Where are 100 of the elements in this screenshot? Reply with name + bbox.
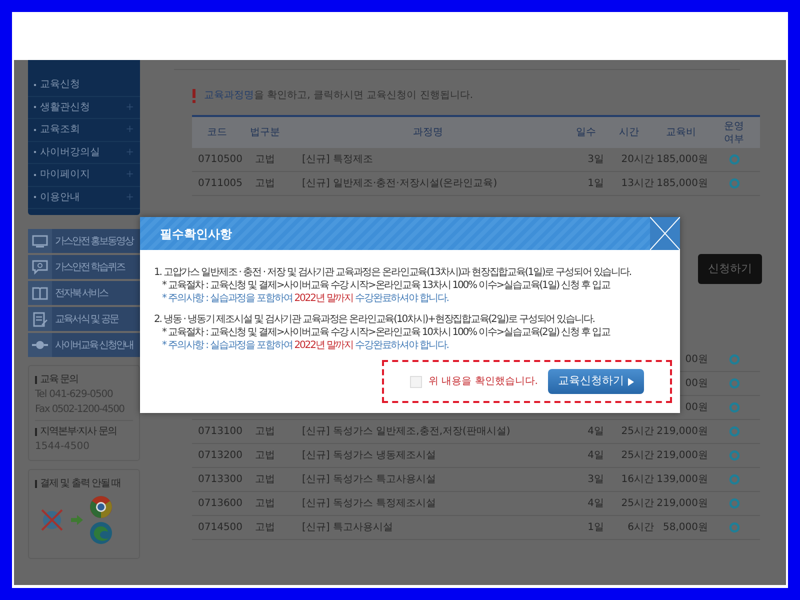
- course-name-cell[interactable]: [신규] 독성가스 특정제조시설: [288, 496, 568, 511]
- wave-browser-icon: [89, 521, 113, 545]
- course-name-cell[interactable]: [신규] 독성가스 특고사용시설: [288, 472, 568, 487]
- procedure-text: * 교육절차 : 교육신청 및 결제>사이버교육 수강 시작>온라인교육 10차시 100% 이수>실습교육(2일) 신청 후 입교: [161, 326, 612, 339]
- monitor-icon: [32, 234, 48, 248]
- days-cell-text: 1일: [586, 521, 604, 535]
- course-name-cell[interactable]: [신규] 특고사용시설: [288, 520, 568, 535]
- menu-label: 생활관신청: [40, 100, 90, 115]
- menu-item[interactable]: 이용안내 +: [28, 186, 140, 209]
- column-header: 법구분: [249, 126, 281, 139]
- menu-label: 마이페이지: [40, 168, 90, 182]
- column-header: 과정명: [412, 126, 444, 139]
- contact-title: 지역본부·지사 문의: [40, 425, 116, 439]
- hours-cell-text: 13시간: [620, 177, 654, 191]
- menu-item[interactable]: 마이페이지 +: [28, 164, 140, 186]
- days-cell-text: 3일: [586, 153, 604, 167]
- submit-button[interactable]: 교육신청하기: [548, 369, 644, 394]
- hours-cell-text: 16시간: [620, 473, 654, 487]
- law-cell-text: 고법: [254, 449, 276, 463]
- column-header: 운영 여부: [723, 120, 745, 146]
- circle-mark-icon: [728, 378, 740, 389]
- circle-mark-icon: [728, 354, 740, 365]
- browser-help-title: 결제 및 출력 안될 때: [40, 477, 121, 491]
- fee-cell-text: 185,000원: [656, 177, 708, 191]
- circle-mark-icon: [728, 522, 740, 533]
- caution-text: * 주의사항 : 실습과정을 포함하여 2022년 말까지 수강완료하셔야 합니다.: [161, 292, 450, 305]
- open-book-icon: [32, 286, 48, 300]
- confirm-checkbox[interactable]: [410, 376, 422, 388]
- column-header: 교육비: [665, 126, 697, 139]
- speech-bubble-icon: [32, 260, 48, 274]
- column-header: 시간: [618, 126, 640, 139]
- menu-item[interactable]: 교육조회 +: [28, 119, 140, 142]
- fee-cell-text: 219,000원: [656, 497, 708, 511]
- menu-item[interactable]: 사이버강의실 +: [28, 142, 140, 164]
- fee-cell-text: 185,000원: [656, 153, 708, 167]
- quick-link[interactable]: 전자북 서비스: [28, 281, 140, 305]
- procedure-text: * 교육절차 : 교육신청 및 결제>사이버교육 수강 시작>온라인교육 13차시 100% 이수>실습교육(1일) 신청 후 입교: [161, 279, 612, 292]
- quick-link[interactable]: 가스안전 학습퀴즈: [28, 255, 140, 279]
- law-cell-text: 고법: [254, 177, 276, 191]
- law-cell-text: 고법: [254, 425, 276, 439]
- circle-mark-icon: [728, 474, 740, 485]
- crossed-browser-icon: [39, 507, 65, 533]
- fee-cell-text: 00원: [684, 377, 708, 391]
- fee-cell-text: 219,000원: [656, 449, 708, 463]
- fee-cell-text: 00원: [684, 401, 708, 415]
- course-name-cell[interactable]: [신규] 일반제조·충전·저장시설(온라인교육): [288, 176, 568, 191]
- column-header: 일수: [575, 126, 597, 139]
- code-cell-text: 0713200: [197, 449, 242, 463]
- hours-cell-text: 25시간: [620, 449, 654, 463]
- code-cell-text: 0711005: [197, 177, 242, 191]
- code-cell-text: 0714500: [197, 521, 242, 535]
- plus-sign: +: [126, 168, 134, 182]
- menu-label: 교육신청: [40, 78, 80, 92]
- circle-mark-icon: [728, 178, 740, 189]
- hours-cell-text: 20시간: [620, 153, 654, 167]
- modal-title: 필수확인사항: [159, 226, 233, 242]
- close-button[interactable]: [650, 217, 680, 250]
- days-cell-text: 4일: [586, 497, 604, 511]
- plus-sign: +: [126, 190, 134, 205]
- menu-label: 이용안내: [40, 190, 80, 205]
- fee-cell-text: 58,000원: [662, 521, 708, 535]
- fee-cell-text: 00원: [684, 353, 708, 367]
- notice-paragraph: 2. 냉동 · 냉동기 제조시설 및 검사기관 교육과정은 온라인교육(10차시)+현장집합교육(2일)로 구성되어 있습니다.: [154, 313, 596, 326]
- menu-label: 사이버강의실: [40, 146, 100, 160]
- quick-link[interactable]: 교육서식 및 공문: [28, 307, 140, 331]
- fee-cell-text: 139,000원: [656, 473, 708, 487]
- days-cell-text: 4일: [586, 449, 604, 463]
- contact-title: 교육 문의: [40, 373, 78, 387]
- arrow-right-icon: [71, 514, 83, 526]
- circle-mark-icon: [728, 402, 740, 413]
- quick-link[interactable]: 사이버교육 신청안내: [28, 333, 140, 357]
- law-cell-text: 고법: [254, 521, 276, 535]
- circle-mark-icon: [728, 426, 740, 437]
- course-name-cell[interactable]: [신규] 독성가스 일반제조,충전,저장(판매시설): [288, 424, 568, 439]
- plus-sign: +: [126, 146, 134, 160]
- hours-cell-text: 25시간: [620, 425, 654, 439]
- hours-cell-text: 25시간: [620, 497, 654, 511]
- code-cell-text: 0710500: [197, 153, 242, 167]
- circle-mark-icon: [728, 498, 740, 509]
- menu-item[interactable]: 생활관신청 +: [28, 96, 140, 119]
- quick-link[interactable]: 가스안전 홍보동영상: [28, 229, 140, 253]
- code-cell-text: 0713600: [197, 497, 242, 511]
- notice-text: 교육과정명을 확인하고, 클릭하시면 교육신청이 진행됩니다.: [204, 89, 474, 103]
- course-name-cell[interactable]: [신규] 독성가스 냉동제조시설: [288, 448, 568, 463]
- title-bar-mark: [35, 428, 37, 436]
- exclamation-icon: [192, 88, 196, 102]
- days-cell-text: 3일: [586, 473, 604, 487]
- notice-paragraph: 1. 고압가스 일반제조 · 충전 · 저장 및 검사기관 교육과정은 온라인교육(13차시)과 현장집합교육(1일)로 구성되어 있습니다.: [154, 266, 632, 279]
- title-bar-mark: [35, 376, 37, 384]
- hours-cell-text: 6시간: [626, 521, 654, 535]
- menu-item[interactable]: 교육신청: [28, 74, 140, 96]
- days-cell-text: 1일: [586, 177, 604, 191]
- plus-sign: +: [126, 100, 134, 115]
- fee-cell-text: 219,000원: [656, 425, 708, 439]
- caution-text: * 주의사항 : 실습과정을 포함하여 2022년 말까지 수강완료하셔야 합니다.: [161, 339, 450, 352]
- code-cell-text: 0713100: [197, 425, 242, 439]
- apply-button[interactable]: 신청하기: [698, 254, 762, 284]
- document-pen-icon: [32, 312, 48, 326]
- days-cell-text: 4일: [586, 425, 604, 439]
- course-name-cell[interactable]: [신규] 특정제조: [288, 152, 568, 167]
